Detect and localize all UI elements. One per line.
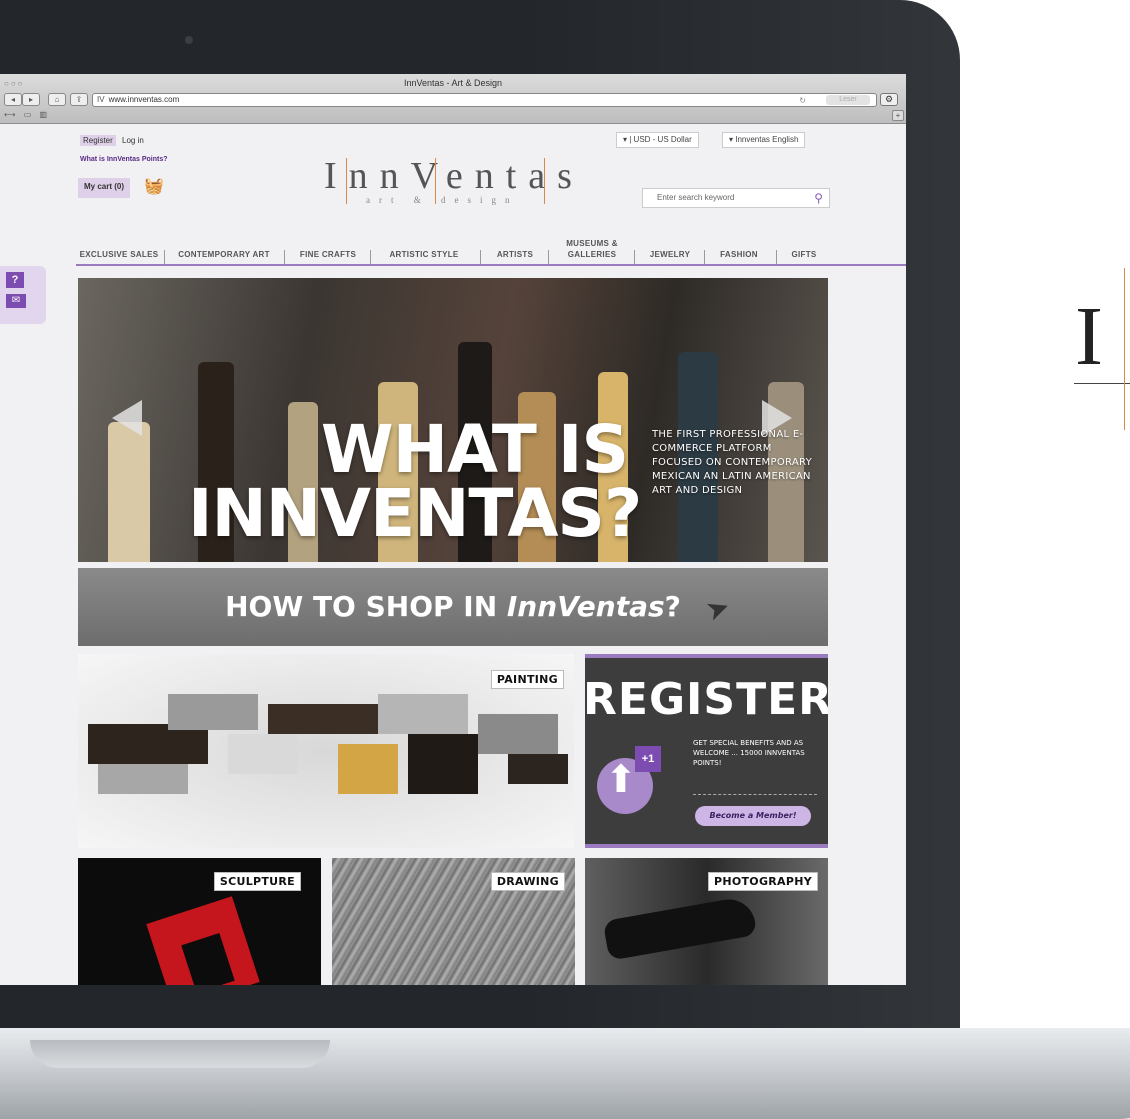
nav-item-jewelry[interactable]: JEWELRY	[638, 232, 702, 264]
become-member-button[interactable]: Become a Member!	[695, 806, 811, 826]
forward-button[interactable]: ▸	[22, 93, 40, 106]
search-icon[interactable]: ⚲	[814, 191, 823, 205]
cart-button[interactable]: My cart (0)	[78, 178, 131, 198]
hero-title: WHAT IS INNVENTAS?	[188, 411, 642, 552]
nav-separator	[634, 250, 635, 264]
side-contact-widget: ? ✉	[0, 266, 46, 324]
category-tile-sculpture[interactable]: SCULPTURE	[78, 858, 321, 985]
site-logo[interactable]: InnVentas art & design	[318, 154, 588, 206]
nav-separator	[164, 250, 165, 264]
nav-item-museums-galleries[interactable]: MUSEUMS & GALLERIES	[552, 232, 632, 264]
help-icon[interactable]: ?	[6, 272, 24, 288]
nav-separator	[370, 250, 371, 264]
main-nav: EXCLUSIVE SALES CONTEMPORARY ART FINE CR…	[76, 232, 906, 266]
back-button[interactable]: ◂	[4, 93, 22, 106]
register-divider	[693, 794, 817, 795]
nav-item-fine-crafts[interactable]: FINE CRAFTS	[288, 232, 368, 264]
art-block	[478, 714, 558, 754]
nav-separator	[548, 250, 549, 264]
side-logo-letter: I	[1075, 290, 1103, 383]
add-tab-button[interactable]: +	[892, 110, 904, 121]
register-link[interactable]: Register	[80, 135, 116, 146]
art-block	[88, 724, 208, 764]
settings-gear-icon[interactable]: ⚙	[880, 93, 898, 106]
art-block	[228, 734, 298, 774]
hero-tagline: THE FIRST PROFESSIONAL E-COMMERCE PLATFO…	[652, 429, 812, 496]
bookmarks-bar-icons[interactable]: ⟷ ▭ ▥	[4, 110, 50, 119]
screen: ○○○ InnVentas - Art & Design ◂ ▸ ⌂ ⇪ IV w…	[0, 74, 906, 985]
nav-separator	[776, 250, 777, 264]
web-page: Register Log in What is InnVentas Points…	[0, 124, 906, 985]
hero-slider[interactable]: WHAT IS INNVENTAS? THE FIRST PROFESSIONA…	[78, 278, 828, 562]
search-box[interactable]: Enter search keyword ⚲	[642, 188, 830, 208]
nav-item-fashion[interactable]: FASHION	[706, 232, 772, 264]
register-title: REGISTER	[585, 674, 828, 725]
art-block	[268, 704, 378, 734]
points-info-link[interactable]: What is InnVentas Points?	[80, 156, 168, 163]
mail-icon[interactable]: ✉	[6, 294, 26, 308]
nav-item-artistic-style[interactable]: ARTISTIC STYLE	[372, 232, 476, 264]
camera	[185, 36, 193, 44]
how-to-shop-prefix: HOW TO SHOP IN	[225, 590, 507, 623]
how-to-shop-brand: InnVentas	[506, 590, 665, 623]
logo-subtitle: art & design	[366, 195, 519, 205]
url-text: www.innventas.com	[108, 95, 180, 104]
language-select[interactable]: ▾ Innventas English	[722, 132, 806, 148]
currency-select[interactable]: ▾ | USD - US Dollar	[616, 132, 699, 148]
tile-label-photography: PHOTOGRAPHY	[707, 872, 818, 891]
window-title: InnVentas - Art & Design	[403, 78, 503, 88]
slider-prev-arrow-icon[interactable]	[112, 400, 142, 436]
hero-title-line2: INNVENTAS?	[188, 475, 642, 552]
nav-item-gifts[interactable]: GIFTS	[778, 232, 830, 264]
category-tile-painting[interactable]: PAINTING	[78, 654, 574, 848]
art-block	[338, 744, 398, 794]
brush-shape	[108, 422, 150, 562]
side-logo-divider	[1124, 268, 1125, 430]
shopping-basket-icon[interactable]: 🧺	[143, 177, 165, 197]
nav-item-exclusive-sales[interactable]: EXCLUSIVE SALES	[76, 232, 162, 264]
art-block	[378, 694, 468, 734]
reader-button[interactable]: Leser	[826, 95, 870, 105]
search-input[interactable]: Enter search keyword	[657, 193, 734, 202]
logo-divider	[544, 158, 545, 204]
art-block	[408, 734, 478, 794]
login-link[interactable]: Log in	[122, 136, 144, 145]
category-tile-photography[interactable]: PHOTOGRAPHY	[585, 858, 828, 985]
register-promo[interactable]: REGISTER ⬆ +1 GET SPECIAL BENEFITS AND A…	[585, 654, 828, 848]
how-to-shop-suffix: ?	[664, 590, 681, 623]
share-icon[interactable]: ⇪	[70, 93, 88, 106]
nav-item-contemporary-art[interactable]: CONTEMPORARY ART	[166, 232, 282, 264]
url-bar[interactable]: IV www.innventas.com ↻ Leser	[92, 93, 877, 107]
stage: I ○○○ InnVentas - Art & Design ◂ ▸ ⌂ ⇪ I…	[0, 0, 1130, 1119]
nav-separator	[704, 250, 705, 264]
tile-label-drawing: DRAWING	[490, 872, 565, 891]
favicon-icon: IV	[97, 95, 105, 104]
reload-icon[interactable]: ↻	[799, 95, 806, 107]
plus-one-badge: +1	[635, 746, 661, 772]
side-logo-underline	[1074, 383, 1130, 384]
home-icon[interactable]: ⌂	[48, 93, 66, 106]
tile-label-painting: PAINTING	[490, 670, 564, 689]
hand-shape	[602, 895, 758, 961]
art-block	[508, 754, 568, 784]
register-benefits-text: GET SPECIAL BENEFITS AND AS WELCOME ... …	[693, 739, 805, 767]
up-arrow-icon: ⬆	[605, 759, 637, 801]
nav-separator	[284, 250, 285, 264]
account-links: Register Log in	[80, 135, 144, 146]
tile-label-sculpture: SCULPTURE	[213, 872, 301, 891]
category-tile-drawing[interactable]: DRAWING	[332, 858, 575, 985]
logo-divider	[435, 158, 436, 204]
art-block	[98, 764, 188, 794]
laptop-base-notch	[30, 1040, 330, 1068]
logo-divider	[346, 158, 347, 204]
how-to-shop-banner[interactable]: HOW TO SHOP IN InnVentas? ➤	[78, 568, 828, 646]
nav-separator	[480, 250, 481, 264]
browser-chrome: ○○○ InnVentas - Art & Design ◂ ▸ ⌂ ⇪ IV w…	[0, 74, 906, 124]
hero-title-line1: WHAT IS	[320, 411, 629, 488]
nav-item-artists[interactable]: ARTISTS	[482, 232, 548, 264]
art-block	[168, 694, 258, 730]
